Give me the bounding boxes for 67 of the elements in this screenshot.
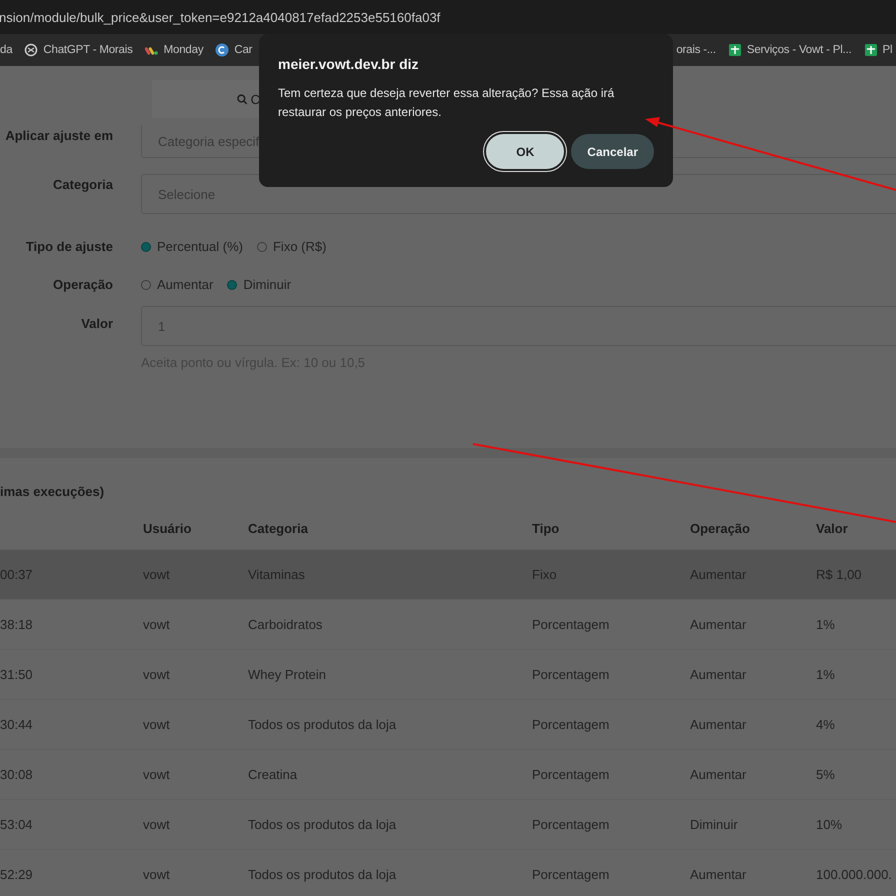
- dialog-message: Tem certeza que deseja reverter essa alteração? Essa ação irá restaurar os preços anteriores.: [278, 85, 616, 121]
- bookmark-link[interactable]: Car: [234, 44, 252, 56]
- field-label: Tipo de ajuste: [24, 239, 113, 254]
- table-cell: 53:04: [0, 817, 33, 832]
- table-cell: 38:18: [0, 617, 33, 632]
- circle-icon: [215, 43, 230, 57]
- field-label: Operação: [52, 277, 113, 292]
- table-cell: Aumentar: [690, 717, 746, 732]
- radio-button[interactable]: [256, 242, 267, 252]
- column-header: Usuário: [143, 520, 192, 536]
- column-header: Valor: [816, 520, 848, 536]
- table-cell: Diminuir: [690, 817, 738, 832]
- column-header: Tipo: [532, 520, 560, 536]
- sheet-icon: [864, 43, 878, 57]
- radio-button[interactable]: [227, 280, 238, 290]
- table-cell: Porcentagem: [532, 717, 610, 732]
- bookmark-link[interactable]: Serviços - Vowt - Pl...: [746, 44, 852, 56]
- table-cell: 1%: [816, 617, 835, 632]
- table-cell: 30:44: [0, 717, 33, 732]
- table-cell: 10%: [816, 817, 842, 832]
- table-cell: Porcentagem: [532, 667, 610, 682]
- bookmark-link[interactable]: Monday: [164, 44, 204, 56]
- dialog-title: meier.vowt.dev.br diz: [278, 56, 420, 72]
- table-cell: Aumentar: [690, 767, 746, 782]
- table-cell: Porcentagem: [532, 767, 610, 782]
- table-cell: 52:29: [0, 867, 33, 882]
- table-cell: Porcentagem: [532, 817, 610, 832]
- table-cell: Aumentar: [690, 617, 746, 632]
- sheet-icon: [728, 43, 742, 57]
- radio-button[interactable]: [141, 280, 151, 290]
- table-cell: Porcentagem: [532, 867, 610, 882]
- column-header: Operação: [690, 520, 750, 536]
- table-cell: Todos os produtos da loja: [248, 717, 396, 732]
- table-cell: Whey Protein: [248, 667, 326, 682]
- bookmark-link[interactable]: orais -...: [676, 44, 716, 56]
- table-cell: 30:08: [0, 767, 33, 782]
- table-cell: vowt: [143, 617, 170, 632]
- table-cell: vowt: [143, 717, 170, 732]
- table-cell: Porcentagem: [532, 617, 610, 632]
- table-cell: vowt: [143, 817, 170, 832]
- table-cell: 4%: [816, 717, 835, 732]
- field-label: Categoria: [52, 176, 113, 194]
- bookmark-link[interactable]: da: [0, 44, 12, 56]
- field-label: Aplicar ajuste em: [4, 127, 113, 145]
- bookmark-link[interactable]: ChatGPT - Morais: [43, 44, 133, 56]
- field-label: Valor: [80, 315, 113, 333]
- table-cell: Carboidratos: [248, 617, 322, 632]
- table-cell: Aumentar: [690, 667, 746, 682]
- dialog-button[interactable]: OK: [486, 134, 564, 169]
- radio-button[interactable]: [141, 242, 151, 252]
- search-icon: [237, 94, 248, 104]
- knot-icon: [24, 43, 38, 57]
- table-cell: 5%: [816, 767, 835, 782]
- table-cell: 31:50: [0, 667, 33, 682]
- column-header: Categoria: [248, 520, 308, 536]
- table-cell: Creatina: [248, 767, 298, 782]
- table-cell: vowt: [143, 867, 170, 882]
- table-cell: Todos os produtos da loja: [248, 817, 396, 832]
- table-cell: Todos os produtos da loja: [248, 867, 396, 882]
- table-cell: 100.000.000.: [816, 867, 892, 882]
- table-cell: vowt: [143, 667, 170, 682]
- dialog-button[interactable]: Cancelar: [571, 134, 654, 169]
- table-cell: Aumentar: [690, 867, 746, 882]
- bookmark-link[interactable]: Pl: [882, 44, 892, 56]
- table-cell: 1%: [816, 667, 835, 682]
- table-cell: vowt: [143, 767, 170, 782]
- section-title: imas execuções): [0, 484, 106, 499]
